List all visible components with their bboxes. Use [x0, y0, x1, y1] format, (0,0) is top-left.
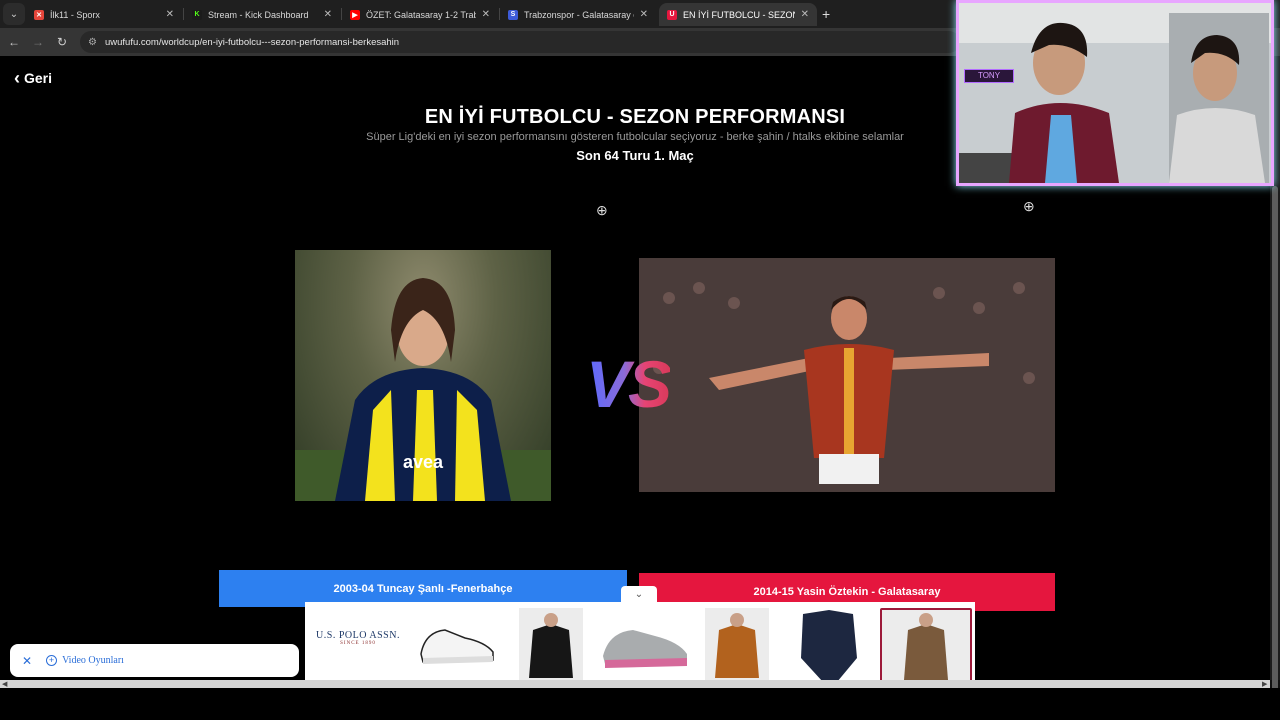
kick-icon: K — [192, 9, 202, 20]
back-arrow-icon[interactable]: ← — [2, 35, 26, 49]
ad-product-tracksuit[interactable] — [793, 608, 867, 684]
sneaker-image — [420, 629, 494, 664]
notification-banner[interactable]: ✕ + Video Oyunları — [10, 644, 299, 677]
close-icon[interactable]: ✕ — [640, 9, 648, 20]
sporx-icon: ✕ — [34, 9, 44, 20]
shirt-image — [882, 610, 970, 682]
close-icon[interactable]: ✕ — [166, 9, 174, 20]
neon-sign: TONY — [964, 69, 1014, 83]
address-bar[interactable]: ⚙ uwufufu.com/worldcup/en-iyi-futbolcu--… — [80, 31, 960, 53]
chevron-left-icon: ‹ — [14, 68, 20, 88]
site-settings-icon[interactable]: ⚙ — [88, 37, 97, 48]
reload-icon[interactable]: ↻ — [50, 35, 74, 49]
zoom-in-icon[interactable]: ⊕ — [1023, 198, 1035, 215]
scroll-right-arrow-icon[interactable]: ▶ — [1262, 680, 1267, 688]
add-circle-icon: + — [46, 655, 58, 666]
close-icon[interactable]: ✕ — [482, 9, 490, 20]
page-title: EN İYİ FUTBOLCU - SEZON PERFORMANSI — [424, 106, 846, 128]
left-candidate-photo[interactable]: avea — [295, 250, 551, 501]
close-icon[interactable]: ✕ — [324, 9, 332, 20]
close-icon[interactable]: ✕ — [22, 654, 32, 668]
ad-brand-logo[interactable]: U.S. POLO ASSN. SINCE 1890 — [313, 630, 403, 660]
ad-product-sneaker[interactable] — [415, 608, 501, 684]
svg-text:avea: avea — [403, 452, 444, 472]
versus-label: VS — [586, 347, 672, 421]
right-candidate-photo[interactable] — [639, 258, 1055, 492]
ad-banner[interactable]: U.S. POLO ASSN. SINCE 1890 — [305, 602, 975, 688]
tracksuit-image — [801, 610, 857, 682]
tab-kick[interactable]: K Stream - Kick Dashboard ✕ — [184, 3, 340, 26]
round-label: Son 64 Turu 1. Maç — [576, 148, 694, 163]
vertical-scroll-thumb[interactable] — [1272, 186, 1278, 706]
close-icon[interactable]: ✕ — [801, 9, 809, 20]
scroll-left-arrow-icon[interactable]: ◀ — [2, 680, 7, 688]
turtleneck-image — [705, 608, 769, 684]
webcam-feed — [959, 3, 1271, 183]
ad-product-shoe[interactable] — [595, 608, 695, 684]
site-icon: S — [508, 9, 518, 20]
youtube-icon: ▶ — [350, 9, 360, 20]
taskbar-area — [0, 688, 1280, 720]
player-illustration — [639, 258, 1055, 492]
screen: { "browser": { "tabs": [ {"title": "İlk1… — [0, 0, 1280, 720]
ad-product-shirt[interactable] — [880, 608, 972, 684]
webcam-overlay: TONY — [956, 0, 1274, 186]
notification-label: Video Oyunları — [62, 655, 124, 666]
player-illustration: avea — [295, 278, 551, 501]
tab-youtube[interactable]: ▶ ÖZET: Galatasaray 1-2 Trabzons ✕ — [342, 3, 498, 26]
uwufufu-icon: U — [667, 9, 677, 20]
new-tab-button[interactable]: + — [822, 6, 830, 22]
ad-product-turtleneck[interactable] — [705, 608, 769, 684]
tab-trabzonspor[interactable]: S Trabzonspor - Galatasaray canl ✕ — [500, 3, 656, 26]
shoe-image — [603, 630, 687, 668]
ad-product-sweater[interactable] — [519, 608, 583, 684]
tab-uwufufu[interactable]: U EN İYİ FUTBOLCU - SEZON PER ✕ — [659, 3, 817, 26]
tab-sporx[interactable]: ✕ İlk11 - Sporx ✕ — [26, 3, 182, 26]
sweater-image — [519, 608, 583, 684]
ad-collapse-button[interactable]: ⌄ — [621, 586, 657, 603]
zoom-in-icon[interactable]: ⊕ — [596, 202, 608, 219]
tab-search-button[interactable]: ⌄ — [3, 3, 25, 25]
back-button[interactable]: ‹ Geri — [14, 68, 52, 88]
url-text: uwufufu.com/worldcup/en-iyi-futbolcu---s… — [104, 36, 400, 48]
horizontal-scrollbar[interactable]: ◀ ▶ — [0, 680, 1270, 688]
forward-arrow-icon[interactable]: → — [26, 35, 50, 49]
page-subtitle: Süper Lig'deki en iyi sezon performansın… — [366, 131, 904, 143]
